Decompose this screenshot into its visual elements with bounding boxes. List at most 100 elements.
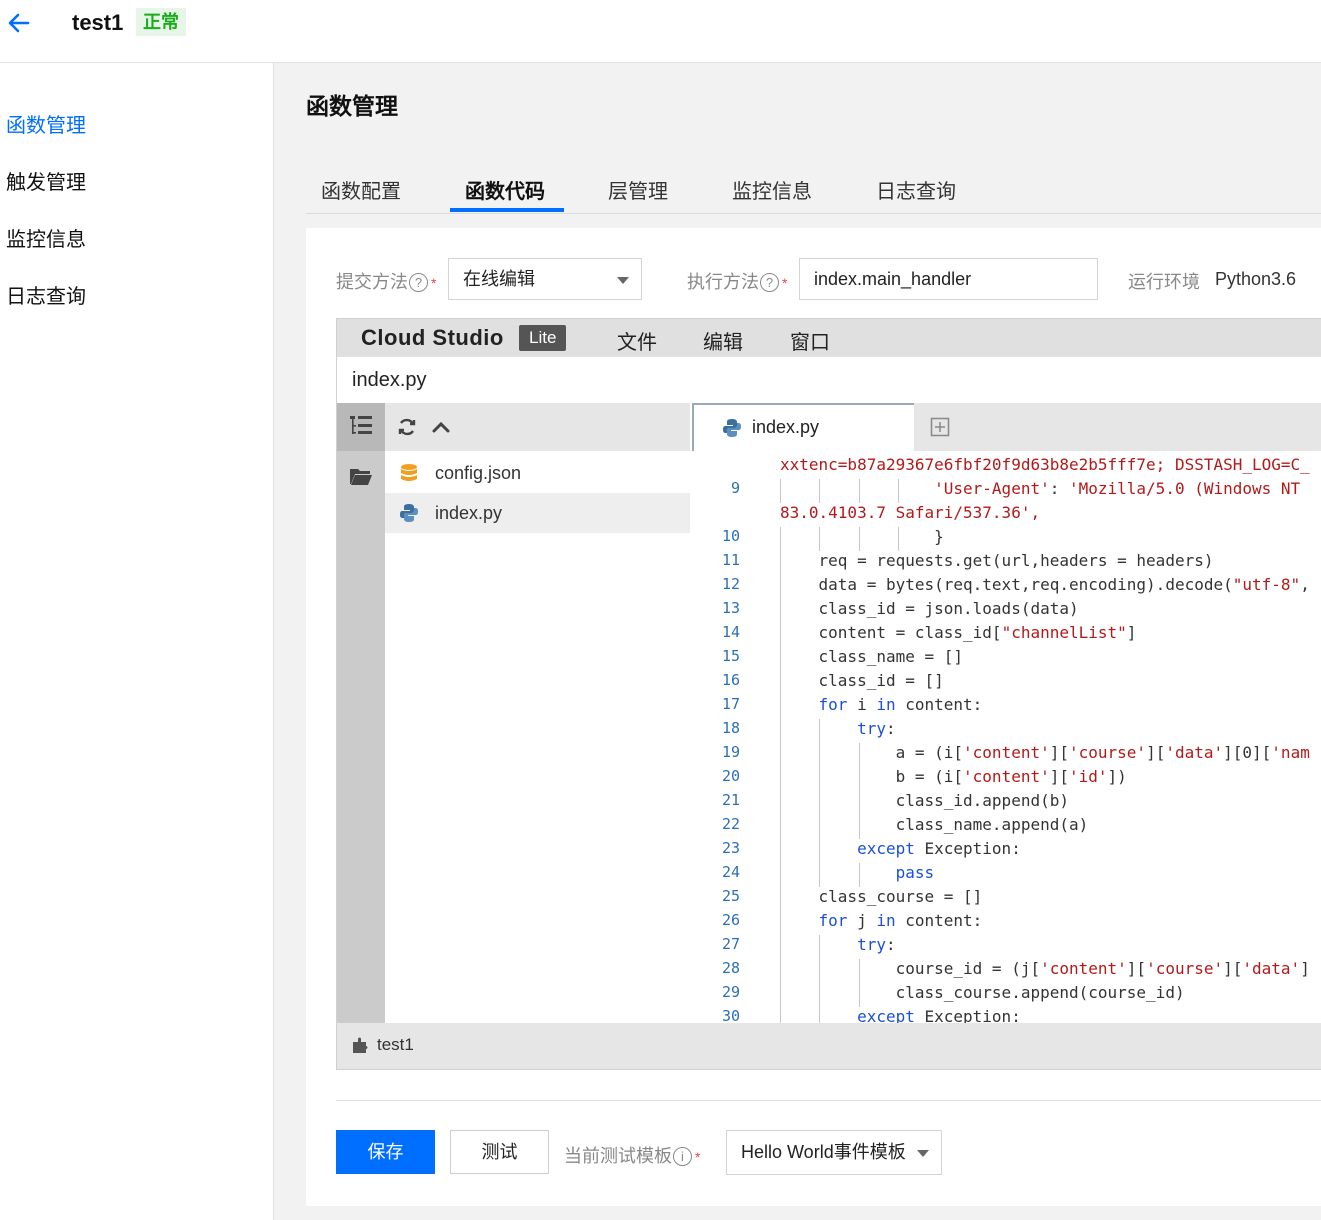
sidebar-item-log-query[interactable]: 日志查询 [6,280,86,309]
indent-guide [780,575,781,599]
file-explorer: config.json index.py [385,403,690,1023]
ide-menubar: Cloud Studio Lite 文件 编辑 窗口 [337,319,1321,357]
test-template-value: Hello World事件模板 [741,1142,906,1162]
status-badge: 正常 [136,8,186,36]
line-number: 12 [721,575,740,593]
indent-guide [898,527,900,551]
indent-guide [858,791,860,815]
current-file-path: index.py [352,369,427,391]
menu-edit[interactable]: 编辑 [703,326,743,355]
main-content: 函数管理 函数配置 函数代码 层管理 监控信息 日志查询 提交方法? * 在线编辑… [274,63,1321,1220]
line-number: 21 [721,791,740,809]
edition-badge: Lite [519,325,567,351]
code-line: content = class_id["channelList"] [780,623,1137,642]
indent-guide [858,815,860,839]
tree-view-icon[interactable] [349,415,373,437]
sidebar-item-monitoring[interactable]: 监控信息 [6,223,86,252]
function-name-title: test1 [72,10,124,35]
help-icon[interactable]: ? [760,273,779,292]
code-line: req = requests.get(url,headers = headers… [780,551,1214,570]
collapse-up-icon[interactable] [431,419,451,435]
python-file-icon [723,419,741,437]
tab-monitoring[interactable]: 监控信息 [732,175,812,204]
menu-window[interactable]: 窗口 [790,326,830,355]
refresh-icon[interactable] [397,417,417,437]
code-line: class_id = json.loads(data) [780,599,1079,618]
line-number: 17 [721,695,740,713]
indent-guide [819,527,821,551]
line-number: 9 [730,479,740,497]
python-file-icon [400,504,418,522]
editor-tab-label: index.py [752,417,820,437]
indent-guide [780,551,781,575]
editor-tab-index-py[interactable]: index.py [692,403,914,451]
sidebar-item-trigger-management[interactable]: 触发管理 [6,166,86,195]
code-line: class_name = [] [780,647,964,666]
indent-guide [819,479,821,503]
folder-icon[interactable] [349,466,373,486]
code-card: 提交方法? * 在线编辑 执行方法? * index.main_handler 运行… [306,228,1321,1206]
runtime-value: Python3.6 [1215,269,1297,289]
divider [336,1100,1321,1101]
line-number: 13 [721,599,740,617]
line-number: 16 [721,671,740,689]
back-arrow-icon[interactable] [6,10,32,36]
code-line: } [780,527,944,546]
test-button[interactable]: 测试 [450,1130,549,1174]
indent-guide [780,743,781,767]
sidebar-item-function-management[interactable]: 函数管理 [6,109,86,138]
code-line: class_course = [] [780,887,983,906]
tab-log-query[interactable]: 日志查询 [876,175,956,204]
sidebar: 函数管理 触发管理 监控信息 日志查询 [0,63,274,1220]
code-line: xxtenc=b87a29367e6fbf20f9d63b8e2b5fff7e;… [780,455,1310,474]
code-line: 83.0.4103.7 Safari/537.36', [780,503,1041,522]
code-area[interactable]: xxtenc=b87a29367e6fbf20f9d63b8e2b5fff7e;… [692,455,1321,1025]
test-template-label: 当前测试模板 i * [564,1146,701,1166]
code-line: class_course.append(course_id) [780,983,1185,1002]
help-icon[interactable]: i [673,1147,692,1166]
exec-method-input[interactable]: index.main_handler [799,258,1098,300]
indent-guide [780,647,781,671]
tab-function-code[interactable]: 函数代码 [465,175,545,204]
indent-guide [819,935,821,959]
file-row-config-json[interactable]: config.json [385,453,690,493]
active-tab-indicator [450,208,564,212]
indent-guide [780,839,781,863]
line-number: 25 [721,887,740,905]
tab-layer-management[interactable]: 层管理 [608,175,668,204]
indent-guide [780,863,781,887]
line-number: 24 [721,863,740,881]
test-template-select[interactable]: Hello World事件模板 [726,1130,942,1175]
exec-method-value: index.main_handler [814,269,972,289]
indent-guide [819,767,821,791]
code-line: b = (i['content']['id']) [780,767,1127,786]
code-editor: index.py xxtenc=b87a29367e6fbf20f9d63b8e… [692,403,1321,1025]
code-line: for j in content: [818,911,983,930]
code-line: try: [857,719,896,738]
indent-guide [780,767,781,791]
code-line: data = bytes(req.text,req.encoding).deco… [780,575,1310,594]
menu-file[interactable]: 文件 [617,326,657,355]
indent-guide [858,767,860,791]
file-row-index-py[interactable]: index.py [385,493,690,533]
submit-method-select[interactable]: 在线编辑 [448,258,642,300]
indent-guide [819,815,821,839]
line-number: 27 [721,935,740,953]
editor-tab-bar: index.py [692,403,1321,451]
caret-down-icon [617,277,629,284]
help-icon[interactable]: ? [409,273,428,292]
indent-guide [780,791,781,815]
save-button[interactable]: 保存 [336,1130,435,1174]
code-line: class_id = [] [780,671,944,690]
indent-guide [819,839,821,863]
code-line: pass [895,863,935,882]
indent-guide [780,935,781,959]
code-line: try: [857,935,896,954]
indent-guide [780,983,781,1007]
tab-function-config[interactable]: 函数配置 [321,175,401,204]
add-tab-icon[interactable] [930,417,950,437]
indent-guide [858,527,860,551]
indent-guide [780,599,781,623]
line-number: 23 [721,839,740,857]
cloud-studio-ide: Cloud Studio Lite 文件 编辑 窗口 index.py conf… [336,318,1321,1070]
